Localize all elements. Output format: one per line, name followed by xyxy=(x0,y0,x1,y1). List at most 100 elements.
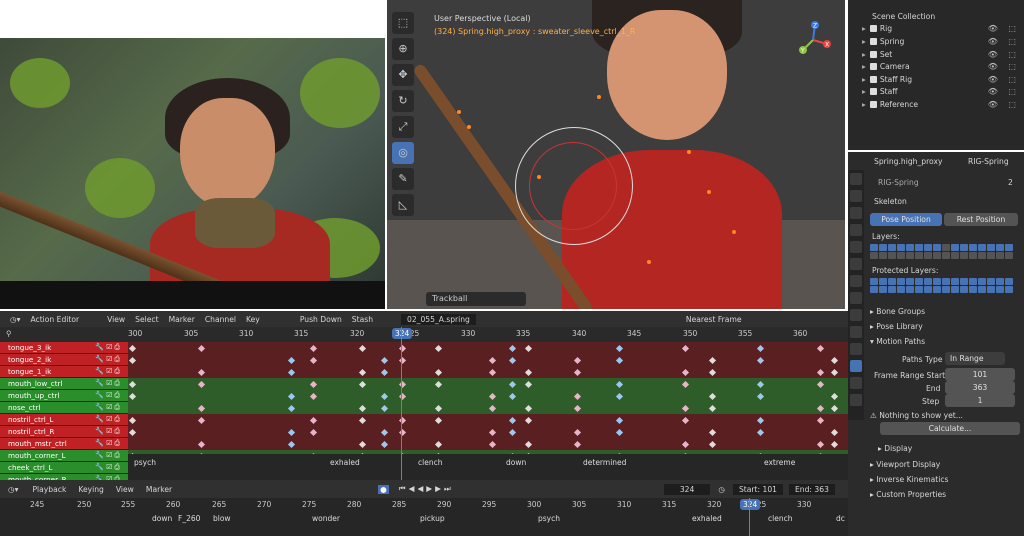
outliner-scene-collection[interactable]: Scene Collection xyxy=(848,10,1024,23)
marker[interactable]: psych xyxy=(134,458,156,467)
measure-tool-icon[interactable]: ◺ xyxy=(392,194,414,216)
timeline-current-frame[interactable]: 324 xyxy=(740,499,761,510)
checkbox-icon xyxy=(869,63,877,71)
menu-select[interactable]: Select xyxy=(135,315,158,324)
paths-type-dropdown[interactable]: In Range xyxy=(945,352,1005,365)
cursor-tool-icon[interactable]: ⊕ xyxy=(392,38,414,60)
pose-library-panel[interactable]: ▸ Pose Library xyxy=(870,322,923,331)
start-frame-field[interactable]: Start: 101 xyxy=(732,483,783,495)
bone-tab-icon[interactable] xyxy=(850,377,862,389)
outliner-item-spring[interactable]: ▸ Spring 👁 ⬚ xyxy=(848,35,1024,48)
channel-row[interactable]: nostril_ctrl_L 🔧☑⎙ xyxy=(0,414,128,426)
search-icon[interactable]: ⚲ xyxy=(6,329,12,338)
physics-tab-icon[interactable] xyxy=(850,326,862,338)
transform-tool-icon[interactable]: ◎ xyxy=(392,142,414,164)
action-name-field[interactable]: 02_055_A.spring xyxy=(401,313,476,325)
channel-row[interactable]: tongue_3_ik 🔧☑⎙ xyxy=(0,342,128,354)
outliner-item-staff-rig[interactable]: ▸ Staff Rig 👁 ⬚ xyxy=(848,73,1024,86)
marker[interactable]: determined xyxy=(583,458,626,467)
action-editor-mode[interactable]: Action Editor xyxy=(30,315,79,324)
select-tool-icon[interactable]: ⬚ xyxy=(392,12,414,34)
menu-key[interactable]: Key xyxy=(246,315,260,324)
collection-tab-icon[interactable] xyxy=(850,275,862,287)
end-frame-field[interactable]: End: 363 xyxy=(788,483,835,495)
marker-row[interactable]: psych exhaled clench down determined ext… xyxy=(128,454,848,480)
view-layer-tab-icon[interactable] xyxy=(850,224,862,236)
channel-row[interactable]: mouth_corner_L 🔧☑⎙ xyxy=(0,450,128,462)
move-tool-icon[interactable]: ✥ xyxy=(392,64,414,86)
keying-menu[interactable]: Keying xyxy=(78,485,104,494)
menu-marker[interactable]: Marker xyxy=(169,315,195,324)
menu-channel[interactable]: Channel xyxy=(205,315,236,324)
armature-data-tab-icon[interactable] xyxy=(850,360,862,372)
tool-tab-icon[interactable] xyxy=(850,173,862,185)
editor-type-icon[interactable]: ◷▾ xyxy=(10,315,20,324)
object-tab-icon[interactable] xyxy=(850,292,862,304)
playback-menu[interactable]: Playback xyxy=(32,485,66,494)
world-tab-icon[interactable] xyxy=(850,258,862,270)
rest-position-button[interactable]: Rest Position xyxy=(944,213,1018,226)
3d-viewport[interactable] xyxy=(387,0,845,309)
channel-row[interactable]: nose_ctrl 🔧☑⎙ xyxy=(0,402,128,414)
timeline-marker-menu[interactable]: Marker xyxy=(146,485,172,494)
marker[interactable]: extreme xyxy=(764,458,795,467)
playback-controls[interactable]: ⏮◀◀▶▶⏭ xyxy=(399,484,454,494)
outliner-item-rig[interactable]: ▸ Rig 👁 ⬚ xyxy=(848,23,1024,36)
marker[interactable]: clench xyxy=(418,458,442,467)
viewport-display-panel[interactable]: ▸ Viewport Display xyxy=(870,460,940,469)
skeleton-panel[interactable]: Skeleton xyxy=(874,197,907,206)
bone-groups-panel[interactable]: ▸ Bone Groups xyxy=(870,307,925,316)
frame-ruler[interactable]: ⚲ 300 305 310 315 320 325 330 335 340 34… xyxy=(0,327,848,342)
render-tab-icon[interactable] xyxy=(850,190,862,202)
menu-view[interactable]: View xyxy=(107,315,125,324)
protected-layers-grid[interactable] xyxy=(870,278,1020,293)
channel-row[interactable]: mouth_up_ctrl 🔧☑⎙ xyxy=(0,390,128,402)
display-subpanel[interactable]: ▸ Display xyxy=(878,444,912,453)
scale-tool-icon[interactable]: ⤢ xyxy=(392,116,414,138)
annotate-tool-icon[interactable]: ✎ xyxy=(392,168,414,190)
marker[interactable]: exhaled xyxy=(330,458,360,467)
stash-button[interactable]: Stash xyxy=(352,315,373,324)
channel-row[interactable]: nostril_ctrl_R 🔧☑⎙ xyxy=(0,426,128,438)
rotate-tool-icon[interactable]: ↻ xyxy=(392,90,414,112)
motion-paths-panel[interactable]: ▾ Motion Paths xyxy=(870,337,925,346)
push-down-button[interactable]: Push Down xyxy=(300,315,342,324)
record-button[interactable]: ● xyxy=(378,484,389,494)
channel-row[interactable]: tongue_2_ik 🔧☑⎙ xyxy=(0,354,128,366)
frame-range-start-label: Frame Range Start xyxy=(874,371,946,380)
marker[interactable]: down xyxy=(506,458,526,467)
frame-range-start-field[interactable]: 101 xyxy=(945,368,1015,381)
scene-tab-icon[interactable] xyxy=(850,241,862,253)
armature-data-field[interactable]: RIG-Spring xyxy=(878,178,919,187)
playhead[interactable] xyxy=(401,327,402,480)
channel-row[interactable]: cheek_ctrl_L 🔧☑⎙ xyxy=(0,462,128,474)
calculate-button[interactable]: Calculate... xyxy=(880,422,1020,435)
modifier-tab-icon[interactable] xyxy=(850,309,862,321)
outliner-item-staff[interactable]: ▸ Staff 👁 ⬚ xyxy=(848,86,1024,99)
custom-properties-panel[interactable]: ▸ Custom Properties xyxy=(870,490,946,499)
channel-row[interactable]: mouth_low_ctrl 🔧☑⎙ xyxy=(0,378,128,390)
timeline-playhead[interactable] xyxy=(749,498,750,536)
outliner-item-set[interactable]: ▸ Set 👁 ⬚ xyxy=(848,48,1024,61)
current-frame-indicator[interactable]: 324 xyxy=(392,328,413,339)
timeline-editor-icon[interactable]: ◷▾ xyxy=(8,485,18,494)
trackball-panel[interactable]: Trackball xyxy=(426,292,526,306)
dopesheet-grid[interactable] xyxy=(128,342,848,460)
inverse-kinematics-panel[interactable]: ▸ Inverse Kinematics xyxy=(870,475,948,484)
channel-row[interactable]: tongue_1_ik 🔧☑⎙ xyxy=(0,366,128,378)
navigation-gizmo[interactable]: X Y Z xyxy=(793,20,833,60)
armature-layers-grid[interactable] xyxy=(870,244,1020,259)
current-frame-field[interactable]: 324 xyxy=(663,483,711,495)
end-field[interactable]: 363 xyxy=(945,381,1015,394)
constraints-tab-icon[interactable] xyxy=(850,343,862,355)
channel-row[interactable]: mouth_mstr_ctrl 🔧☑⎙ xyxy=(0,438,128,450)
output-tab-icon[interactable] xyxy=(850,207,862,219)
outliner-item-reference[interactable]: ▸ Reference 👁 ⬚ xyxy=(848,98,1024,111)
outliner-item-camera[interactable]: ▸ Camera 👁 ⬚ xyxy=(848,60,1024,73)
snap-dropdown[interactable]: Nearest Frame xyxy=(686,315,742,324)
timeline-strip[interactable]: 245 250 255 260 265 270 275 280 285 290 … xyxy=(0,498,848,536)
texture-tab-icon[interactable] xyxy=(850,394,862,406)
step-field[interactable]: 1 xyxy=(945,394,1015,407)
pose-position-button[interactable]: Pose Position xyxy=(870,213,942,226)
timeline-view-menu[interactable]: View xyxy=(116,485,134,494)
